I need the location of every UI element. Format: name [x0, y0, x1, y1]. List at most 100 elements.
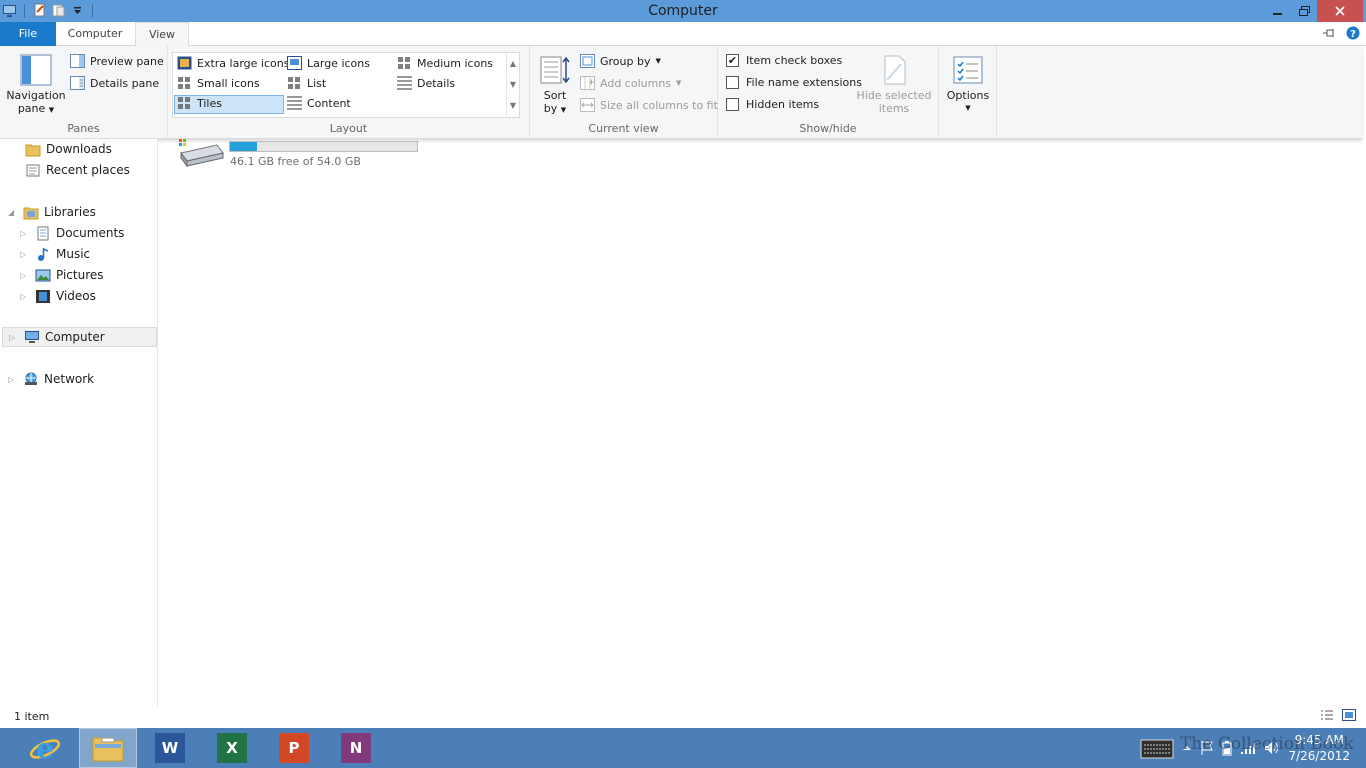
documents-icon	[37, 226, 49, 240]
expander-icon[interactable]: ▷	[9, 333, 19, 342]
title-bar: Computer	[0, 0, 1366, 22]
libraries-icon	[23, 207, 39, 219]
file-name-extensions-checkbox[interactable]	[726, 76, 739, 89]
tiles-icon	[177, 96, 192, 110]
nav-item-recent-places[interactable]: Recent places	[10, 160, 130, 180]
expander-icon[interactable]: ▷	[20, 271, 30, 280]
tab-computer[interactable]: Computer	[57, 22, 133, 46]
taskbar-file-explorer[interactable]	[79, 728, 137, 768]
layout-tiles[interactable]: Tiles	[177, 96, 222, 110]
small-icons-label: Small icons	[197, 76, 260, 90]
close-button[interactable]	[1317, 0, 1363, 22]
item-check-boxes-label: Item check boxes	[746, 54, 843, 67]
taskbar-onenote[interactable]: N	[327, 728, 385, 768]
hidden-items-toggle[interactable]: Hidden items	[726, 98, 819, 111]
drive-tile[interactable]: 46.1 GB free of 54.0 GB	[177, 139, 427, 171]
details-pane-icon	[70, 76, 85, 90]
show-hide-group-label: Show/hide	[799, 122, 857, 135]
layout-details[interactable]: Details	[397, 76, 455, 90]
item-check-boxes-toggle[interactable]: ✔ Item check boxes	[726, 54, 842, 67]
nav-label-computer: Computer	[45, 330, 105, 344]
pin-ribbon-icon[interactable]	[1322, 27, 1336, 39]
nav-item-documents[interactable]: ▷ Documents	[20, 223, 124, 243]
nav-item-computer[interactable]: ▷ Computer	[2, 327, 157, 347]
nav-label-documents: Documents	[56, 226, 125, 240]
nav-item-videos[interactable]: ▷ Videos	[20, 286, 96, 306]
tab-file[interactable]: File	[0, 22, 56, 46]
item-check-boxes-checkbox[interactable]: ✔	[726, 54, 739, 67]
hide-selected-items-button[interactable]: Hide selected items	[856, 54, 932, 115]
layout-gallery-scroller[interactable]: ▲ ▼ ▼	[506, 53, 519, 117]
navigation-pane-label-2: pane ▼	[6, 102, 66, 117]
gallery-up-icon[interactable]: ▲	[507, 53, 519, 74]
layout-small-icons[interactable]: Small icons	[177, 76, 260, 90]
content-icon	[287, 96, 302, 110]
taskbar-word[interactable]: W	[141, 728, 199, 768]
list-label: List	[307, 76, 327, 90]
nav-item-network[interactable]: ▷ Network	[8, 369, 94, 389]
size-columns-label: Size all columns to fit	[600, 98, 718, 112]
taskbar-excel[interactable]: X	[203, 728, 261, 768]
hard-drive-icon	[179, 139, 224, 168]
help-icon[interactable]: ?	[1346, 26, 1360, 40]
dropdown-arrow-icon: ▼	[560, 106, 567, 114]
nav-label-network: Network	[44, 372, 95, 386]
list-icon	[287, 76, 302, 90]
details-pane-button[interactable]: Details pane	[70, 76, 159, 90]
touch-keyboard-icon[interactable]	[1140, 737, 1174, 759]
expand-open-icon[interactable]: ◢	[8, 208, 18, 217]
file-name-extensions-toggle[interactable]: File name extensions	[726, 76, 862, 89]
sort-by-button[interactable]: Sort by ▼	[538, 54, 572, 117]
expander-icon[interactable]: ▷	[20, 229, 30, 238]
expander-icon[interactable]: ▷	[8, 375, 18, 384]
options-button[interactable]: Options ▼	[943, 54, 993, 115]
taskbar: e W X P N 9:45 AM 7/26/2012	[0, 728, 1366, 768]
restore-icon	[1298, 6, 1310, 16]
navigation-pane-label: Navigation	[6, 89, 66, 102]
minimize-button[interactable]	[1265, 0, 1291, 22]
pictures-icon	[35, 269, 51, 281]
group-by-button[interactable]: Group by ▼	[580, 54, 661, 68]
options-label: Options	[946, 89, 990, 102]
size-all-columns-button[interactable]: Size all columns to fit	[580, 98, 718, 112]
tiles-label: Tiles	[197, 96, 222, 110]
gallery-more-icon[interactable]: ▼	[507, 95, 519, 116]
navigation-pane: Downloads Recent places ◢ Libraries ▷ Do…	[0, 139, 158, 706]
hidden-items-checkbox[interactable]	[726, 98, 739, 111]
content-label: Content	[307, 96, 351, 110]
layout-content[interactable]: Content	[287, 96, 351, 110]
nav-item-pictures[interactable]: ▷ Pictures	[20, 265, 104, 285]
preview-pane-button[interactable]: Preview pane	[70, 54, 164, 68]
nav-item-libraries[interactable]: ◢ Libraries	[0, 202, 96, 222]
music-icon	[38, 247, 49, 261]
restore-button[interactable]	[1291, 0, 1317, 22]
tab-view[interactable]: View	[135, 22, 189, 47]
nav-item-downloads[interactable]: Downloads	[10, 139, 112, 159]
dropdown-arrow-icon: ▼	[965, 104, 971, 112]
taskbar-internet-explorer[interactable]: e	[16, 728, 74, 768]
ribbon-view: Navigation pane ▼ Preview pane Details p…	[0, 46, 1362, 139]
preview-pane-label: Preview pane	[90, 54, 164, 68]
medium-icons-icon	[397, 56, 412, 70]
expander-icon[interactable]: ▷	[20, 250, 30, 259]
details-icon	[397, 76, 412, 90]
drive-free-space: 46.1 GB free of 54.0 GB	[230, 155, 361, 168]
gallery-down-icon[interactable]: ▼	[507, 74, 519, 95]
nav-item-music[interactable]: ▷ Music	[20, 244, 90, 264]
add-columns-icon	[580, 76, 595, 90]
drive-usage-fill	[230, 142, 258, 151]
hide-selected-label-2: items	[878, 102, 910, 115]
layout-medium-icons[interactable]: Medium icons	[397, 56, 493, 70]
layout-large-icons[interactable]: Large icons	[287, 56, 370, 70]
expander-icon[interactable]: ▷	[20, 292, 30, 301]
details-view-icon[interactable]	[1320, 709, 1334, 721]
layout-extra-large-icons[interactable]: Extra large icons	[177, 56, 289, 70]
navigation-pane-button[interactable]: Navigation pane ▼	[6, 54, 66, 117]
add-columns-button[interactable]: Add columns ▼	[580, 76, 681, 90]
small-icons-icon	[177, 76, 192, 90]
layout-list[interactable]: List	[287, 76, 326, 90]
taskbar-powerpoint[interactable]: P	[265, 728, 323, 768]
details-pane-label: Details pane	[90, 76, 160, 90]
large-icons-view-icon[interactable]	[1342, 709, 1356, 721]
svg-text:e: e	[36, 732, 54, 764]
